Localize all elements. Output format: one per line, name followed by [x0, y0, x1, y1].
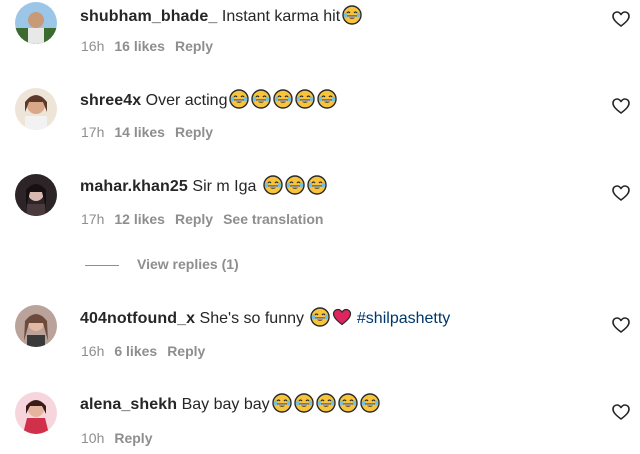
like-button[interactable] — [611, 315, 631, 335]
like-button[interactable] — [611, 96, 631, 116]
comment-meta: 16h 6 likes Reply — [81, 342, 215, 360]
heart-outline-icon — [611, 315, 631, 335]
comment-body: shubham_bhade_ Instant karma hit — [80, 5, 362, 28]
comment-time[interactable]: 17h — [81, 211, 104, 227]
joy-emoji — [285, 175, 305, 195]
comment-username[interactable]: shubham_bhade_ — [80, 8, 217, 25]
red-heart-emoji — [332, 307, 352, 327]
joy-emoji — [315, 393, 336, 413]
joy-emoji — [229, 89, 250, 109]
comment-likes[interactable]: 14 likes — [114, 124, 165, 140]
comment-text: Instant karma hit — [221, 8, 341, 25]
comment-time[interactable]: 10h — [81, 430, 104, 446]
comment-meta: 10h Reply — [81, 429, 162, 447]
joy-emoji — [342, 5, 362, 25]
reply-button[interactable]: Reply — [114, 430, 152, 446]
comment-meta: 17h 12 likes Reply See translation — [81, 210, 333, 228]
avatar[interactable] — [15, 174, 57, 216]
avatar[interactable] — [15, 2, 57, 44]
joy-emoji — [337, 393, 358, 413]
like-button[interactable] — [611, 402, 631, 422]
comment-time[interactable]: 17h — [81, 124, 104, 140]
comment-text: She's so funny — [199, 310, 304, 327]
reply-button[interactable]: Reply — [175, 38, 213, 54]
joy-emoji — [310, 307, 331, 327]
comment-text: Bay bay bay — [181, 396, 270, 413]
comment-username[interactable]: alena_shekh — [80, 396, 177, 413]
comment-body: mahar.khan25 Sir m Iga — [80, 175, 327, 198]
comment-time[interactable]: 16h — [81, 38, 104, 54]
reply-button[interactable]: Reply — [167, 343, 205, 359]
joy-emoji — [359, 393, 380, 413]
view-replies-label: View replies (1) — [137, 256, 239, 272]
joy-emoji — [251, 89, 272, 109]
comment-meta: 17h 14 likes Reply — [81, 123, 223, 141]
joy-emoji — [263, 175, 283, 195]
joy-emoji — [317, 89, 338, 109]
reply-button[interactable]: Reply — [175, 124, 213, 140]
see-translation-button[interactable]: See translation — [223, 211, 323, 227]
comment-body: 404notfound_x She's so funny #shilpashet… — [80, 307, 450, 330]
divider — [85, 264, 119, 266]
avatar[interactable] — [15, 305, 57, 347]
comment-likes[interactable]: 6 likes — [114, 343, 157, 359]
comment-text: Over acting — [145, 92, 228, 109]
comment-meta: 16h 16 likes Reply — [81, 37, 223, 55]
like-button[interactable] — [611, 9, 631, 29]
comment-body: shree4x Over acting — [80, 89, 338, 112]
comment-username[interactable]: 404notfound_x — [80, 310, 195, 327]
joy-emoji — [307, 175, 327, 195]
comment-likes[interactable]: 12 likes — [114, 211, 165, 227]
heart-outline-icon — [611, 402, 631, 422]
hashtag-link[interactable]: #shilpashetty — [357, 310, 450, 327]
joy-emoji — [293, 393, 314, 413]
view-replies-button[interactable]: View replies (1) — [85, 256, 239, 274]
joy-emoji — [271, 393, 292, 413]
heart-outline-icon — [611, 96, 631, 116]
like-button[interactable] — [611, 183, 631, 203]
avatar[interactable] — [15, 88, 57, 130]
reply-button[interactable]: Reply — [175, 211, 213, 227]
joy-emoji — [273, 89, 294, 109]
comment-username[interactable]: shree4x — [80, 92, 141, 109]
comment-time[interactable]: 16h — [81, 343, 104, 359]
comment-username[interactable]: mahar.khan25 — [80, 178, 188, 195]
heart-outline-icon — [611, 9, 631, 29]
comment-likes[interactable]: 16 likes — [114, 38, 165, 54]
heart-outline-icon — [611, 183, 631, 203]
avatar[interactable] — [15, 392, 57, 434]
joy-emoji — [295, 89, 316, 109]
comment-body: alena_shekh Bay bay bay — [80, 393, 380, 416]
comment-text: Sir m Iga — [192, 178, 257, 195]
